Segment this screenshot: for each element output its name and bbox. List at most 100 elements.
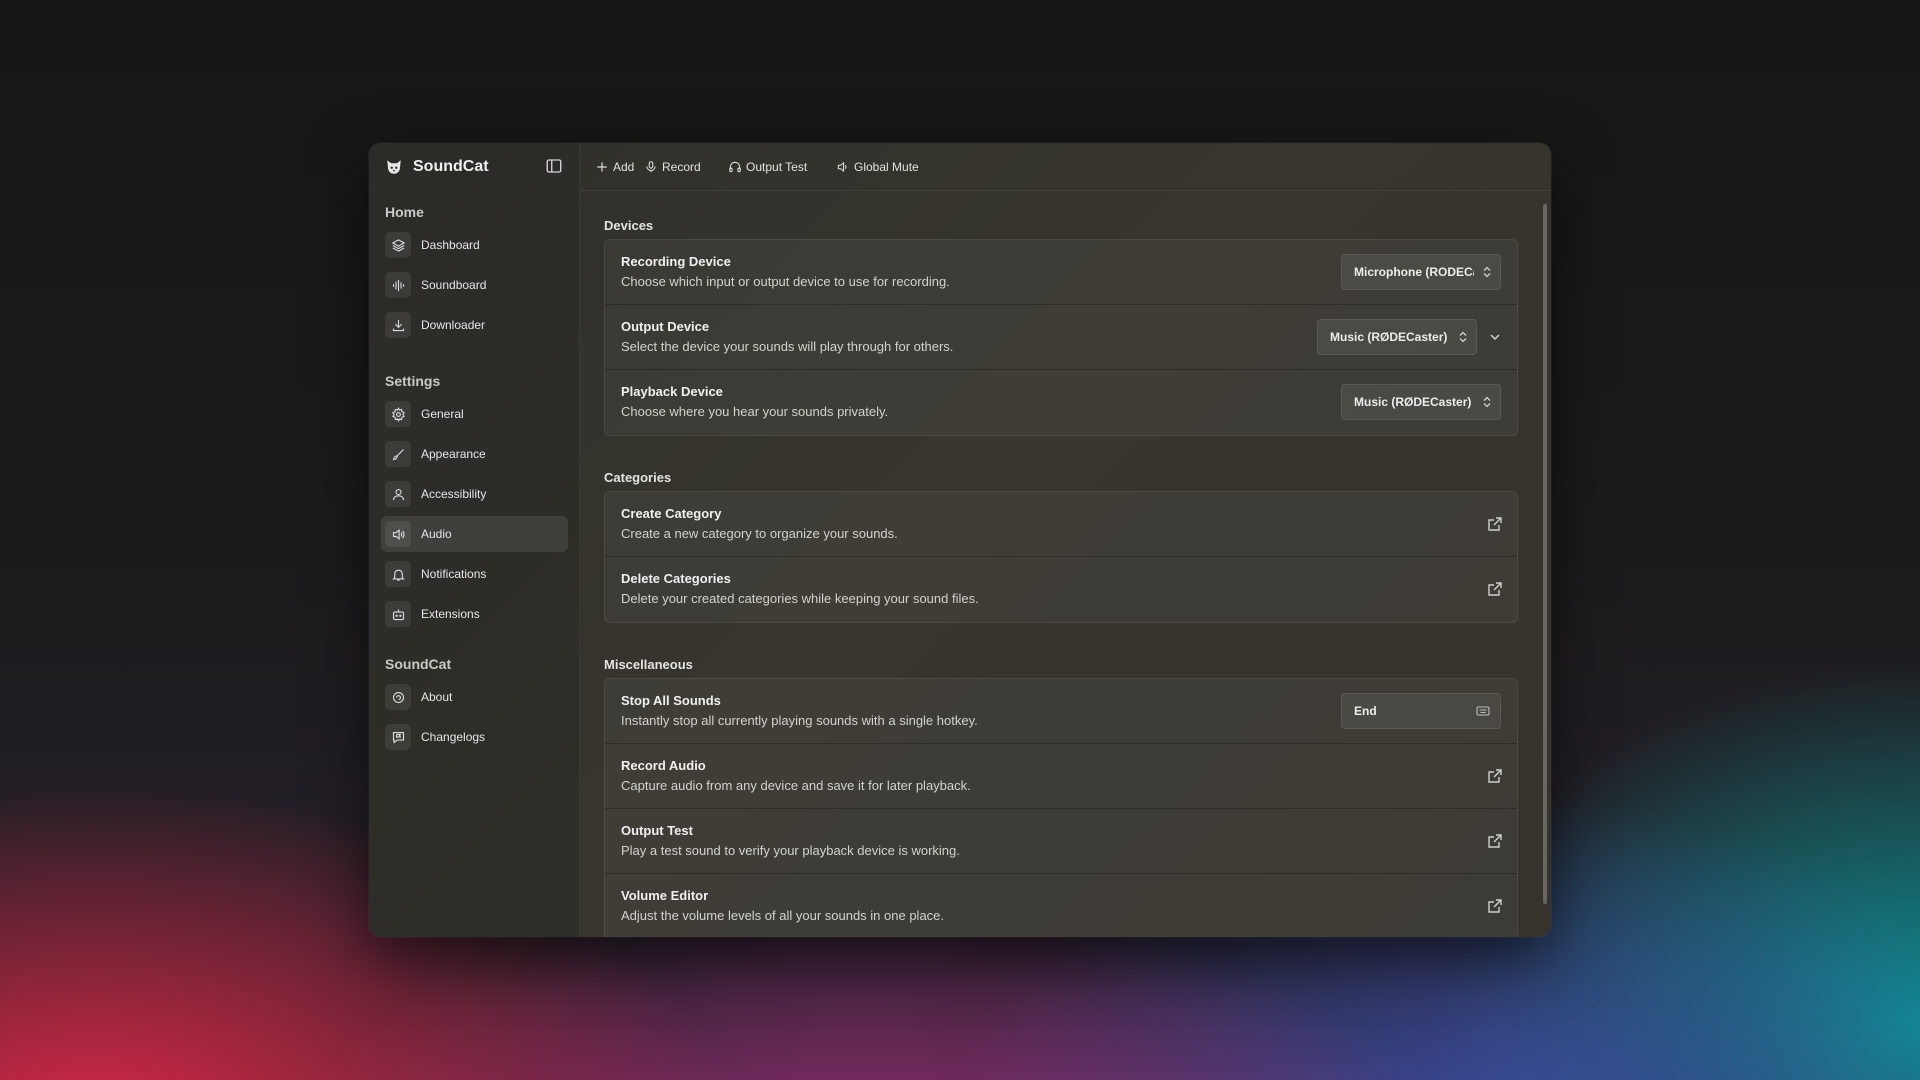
devices-card: Recording Device Choose which input or o… bbox=[604, 239, 1518, 436]
scrollbar[interactable] bbox=[1543, 204, 1547, 904]
sidebar-item-label: About bbox=[421, 690, 453, 704]
sidebar-item-label: General bbox=[421, 407, 464, 421]
categories-card: Create Category Create a new category to… bbox=[604, 491, 1518, 623]
volume-editor-row[interactable]: Volume Editor Adjust the volume levels o… bbox=[605, 874, 1517, 937]
nav-heading: Home bbox=[385, 204, 424, 220]
updown-chevron-icon bbox=[1450, 331, 1476, 343]
external-link-icon[interactable] bbox=[1487, 898, 1503, 914]
robot-icon bbox=[385, 601, 411, 627]
chevron-down-icon[interactable] bbox=[1487, 329, 1503, 345]
row-title: Recording Device bbox=[621, 254, 731, 269]
row-desc: Instantly stop all currently playing sou… bbox=[621, 713, 978, 728]
sidebar-item-label: Downloader bbox=[421, 318, 486, 332]
row-desc: Adjust the volume levels of all your sou… bbox=[621, 908, 945, 923]
row-desc: Play a test sound to verify your playbac… bbox=[621, 843, 960, 858]
hotkey-input[interactable]: End bbox=[1341, 693, 1501, 729]
row-title: Record Audio bbox=[621, 758, 706, 773]
microphone-icon bbox=[646, 161, 656, 173]
recording-device-row: Recording Device Choose which input or o… bbox=[605, 240, 1517, 305]
sidebar-item-label: Appearance bbox=[421, 447, 486, 461]
brush-icon bbox=[385, 441, 411, 467]
section-title-devices: Devices bbox=[604, 218, 654, 233]
playback-device-row: Playback Device Choose where you hear yo… bbox=[605, 370, 1517, 435]
sidebar-item-soundboard[interactable]: Soundboard bbox=[381, 267, 568, 303]
gear-icon bbox=[385, 401, 411, 427]
sidebar-item-label: Changelogs bbox=[421, 730, 486, 744]
miscellaneous-card: Stop All Sounds Instantly stop all curre… bbox=[604, 678, 1518, 937]
global-mute-button[interactable]: Global Mute bbox=[836, 157, 919, 177]
sidebar-item-dashboard[interactable]: Dashboard bbox=[381, 227, 568, 263]
output-test-button[interactable]: Output Test bbox=[728, 157, 807, 177]
output-device-select[interactable]: Music (RØDECaster) bbox=[1317, 319, 1477, 355]
record-label: Record bbox=[662, 160, 701, 174]
row-title: Output Test bbox=[621, 823, 693, 838]
updown-chevron-icon bbox=[1474, 266, 1500, 278]
add-label: Add bbox=[613, 160, 635, 174]
sidebar-item-general[interactable]: General bbox=[381, 396, 568, 432]
create-category-row[interactable]: Create Category Create a new category to… bbox=[605, 492, 1517, 557]
row-title: Volume Editor bbox=[621, 888, 709, 903]
record-button[interactable]: Record bbox=[644, 157, 701, 177]
bell-icon bbox=[385, 561, 411, 587]
sidebar-item-label: Audio bbox=[421, 527, 452, 541]
sidebar-item-about[interactable]: About bbox=[381, 679, 568, 715]
flag-chat-icon bbox=[385, 724, 411, 750]
output-test-row[interactable]: Output Test Play a test sound to verify … bbox=[605, 809, 1517, 874]
sidebar-item-label: Extensions bbox=[421, 607, 480, 621]
row-desc: Choose which input or output device to u… bbox=[621, 274, 950, 289]
row-title: Create Category bbox=[621, 506, 722, 521]
add-button[interactable]: Add bbox=[595, 157, 634, 177]
speaker-icon bbox=[385, 521, 411, 547]
sidebar-item-accessibility[interactable]: Accessibility bbox=[381, 476, 568, 512]
delete-categories-row[interactable]: Delete Categories Delete your created ca… bbox=[605, 557, 1517, 622]
external-link-icon[interactable] bbox=[1487, 581, 1503, 597]
sidebar-item-label: Soundboard bbox=[421, 278, 487, 292]
layers-icon bbox=[385, 232, 411, 258]
sidebar-item-changelogs[interactable]: Changelogs bbox=[381, 719, 568, 755]
select-value: Microphone (RODECaster Pro) bbox=[1354, 265, 1474, 279]
playback-device-select[interactable]: Music (RØDECaster) bbox=[1341, 384, 1501, 420]
keyboard-icon bbox=[1476, 706, 1490, 716]
headphones-icon bbox=[729, 161, 741, 173]
global-mute-label: Global Mute bbox=[854, 160, 919, 174]
nav-section-home: Home Dashboard Soundboard Downloader bbox=[369, 201, 580, 347]
record-audio-row[interactable]: Record Audio Capture audio from any devi… bbox=[605, 744, 1517, 809]
row-title: Output Device bbox=[621, 319, 710, 334]
sidebar-item-downloader[interactable]: Downloader bbox=[381, 307, 568, 343]
sidebar-item-audio[interactable]: Audio bbox=[381, 516, 568, 552]
external-link-icon[interactable] bbox=[1487, 516, 1503, 532]
updown-chevron-icon bbox=[1474, 396, 1500, 408]
section-title-categories: Categories bbox=[604, 470, 672, 485]
speaker-icon bbox=[837, 161, 847, 173]
hotkey-value: End bbox=[1354, 704, 1377, 718]
sidebar-item-notifications[interactable]: Notifications bbox=[381, 556, 568, 592]
row-desc: Delete your created categories while kee… bbox=[621, 591, 979, 606]
app-window: SoundCat Home Dashboard Soundboard Downl… bbox=[369, 143, 1551, 937]
sidebar-item-appearance[interactable]: Appearance bbox=[381, 436, 568, 472]
external-link-icon[interactable] bbox=[1487, 833, 1503, 849]
nav-section-settings: Settings General Appearance Accessibilit… bbox=[369, 370, 580, 636]
nav-heading: Settings bbox=[385, 373, 441, 389]
sidebar-item-label: Dashboard bbox=[421, 238, 480, 252]
sidebar-item-label: Accessibility bbox=[421, 487, 487, 501]
settings-content: Devices Recording Device Choose which in… bbox=[580, 192, 1551, 937]
sidebar-item-label: Notifications bbox=[421, 567, 487, 581]
cat-logo-icon bbox=[387, 160, 401, 174]
select-value: Music (RØDECaster) bbox=[1330, 330, 1448, 344]
section-title-miscellaneous: Miscellaneous bbox=[604, 657, 693, 672]
row-desc: Capture audio from any device and save i… bbox=[621, 778, 971, 793]
sidebar-item-extensions[interactable]: Extensions bbox=[381, 596, 568, 632]
app-name: SoundCat bbox=[413, 158, 489, 175]
person-icon bbox=[385, 481, 411, 507]
output-test-label: Output Test bbox=[746, 160, 808, 174]
row-desc: Select the device your sounds will play … bbox=[621, 339, 954, 354]
recording-device-select[interactable]: Microphone (RODECaster Pro) bbox=[1341, 254, 1501, 290]
external-link-icon[interactable] bbox=[1487, 768, 1503, 784]
plus-icon bbox=[597, 162, 607, 172]
sidebar-toggle-icon[interactable] bbox=[545, 157, 563, 175]
row-desc: Create a new category to organize your s… bbox=[621, 526, 898, 541]
row-title: Playback Device bbox=[621, 384, 723, 399]
brand: SoundCat bbox=[385, 155, 489, 179]
row-title: Delete Categories bbox=[621, 571, 731, 586]
nav-section-soundcat: SoundCat About Changelogs bbox=[369, 653, 580, 759]
